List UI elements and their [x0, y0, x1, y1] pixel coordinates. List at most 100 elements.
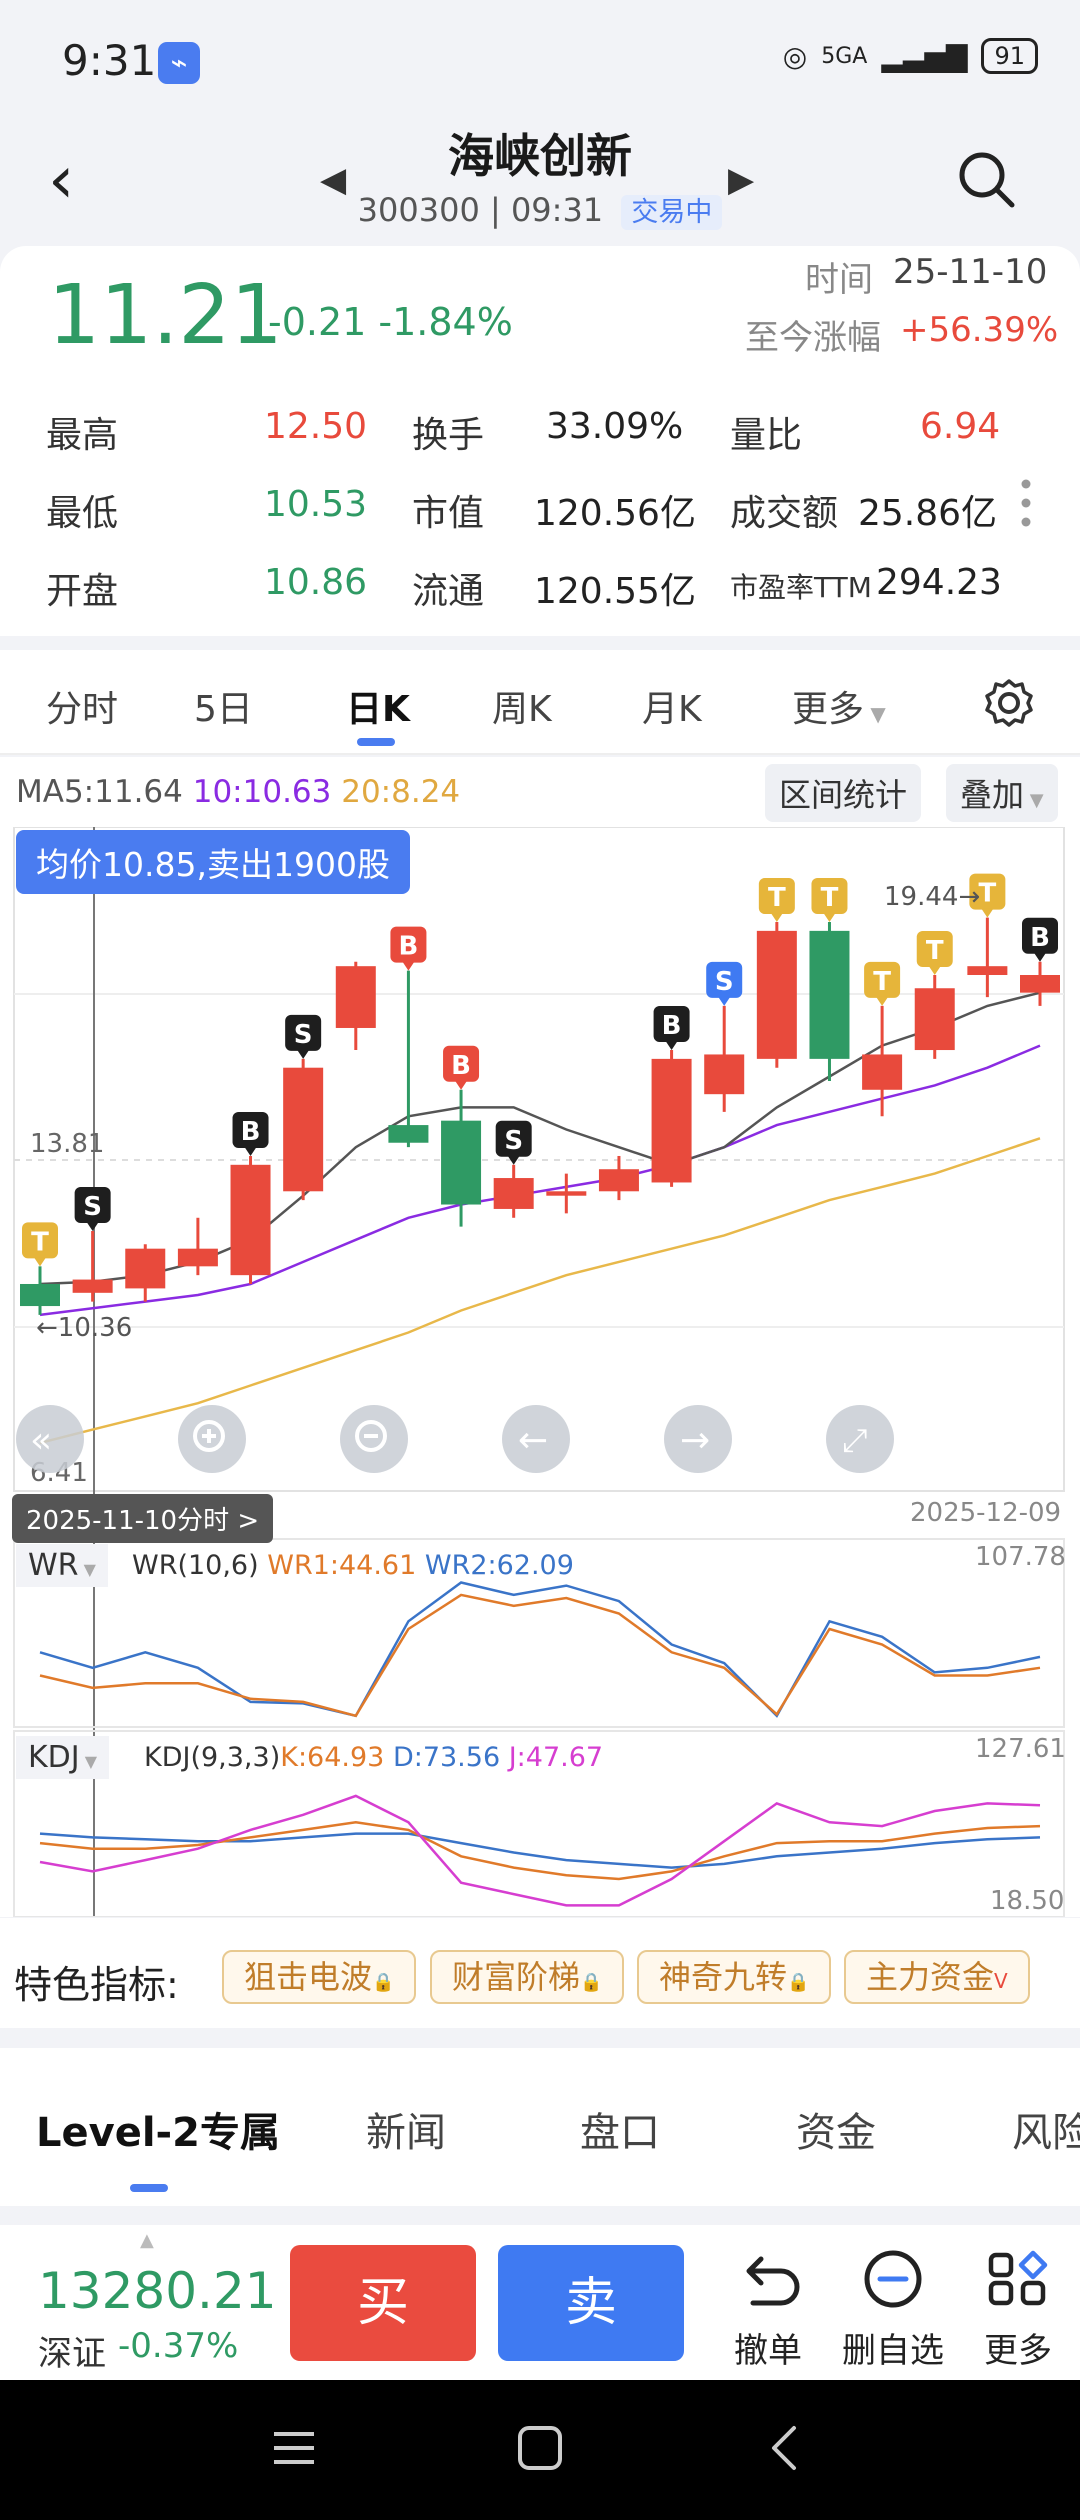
- trade-mark-label: T: [821, 883, 839, 913]
- minus-circle-icon: [864, 2250, 922, 2308]
- kdj-label: KDJ: [28, 1740, 80, 1775]
- zoom-in-button[interactable]: [178, 1405, 246, 1473]
- tab-level2[interactable]: Level-2专属: [36, 2100, 280, 2158]
- candle-body: [756, 930, 797, 1059]
- tab-monthly-k[interactable]: 月K: [642, 680, 702, 732]
- remove-watchlist-button[interactable]: 删自选: [838, 2245, 948, 2371]
- tab-risk[interactable]: 风险: [1012, 2100, 1080, 2158]
- candle-body: [598, 1169, 639, 1192]
- feature-chip-ladder[interactable]: 财富阶梯🔒: [430, 1950, 625, 2004]
- index-name: 深证: [38, 2334, 106, 2374]
- tab-5day[interactable]: 5日: [194, 680, 253, 732]
- trade-mark-label: T: [978, 879, 996, 909]
- system-back-icon[interactable]: [760, 2422, 812, 2474]
- stat-value-pe-ttm: 294.23: [876, 562, 1002, 603]
- stat-value-open: 10.86: [264, 562, 368, 603]
- zoom-out-button[interactable]: [340, 1405, 408, 1473]
- trade-mark-label: T: [926, 936, 944, 966]
- trade-mark-pointer: [1034, 952, 1046, 962]
- feature-chip-nine-turn[interactable]: 神奇九转🔒: [637, 1950, 832, 2004]
- candle-body: [862, 1054, 903, 1090]
- trade-mark-pointer: [718, 996, 731, 1006]
- tab-more-label: 更多: [792, 689, 865, 730]
- more-vertical-icon[interactable]: [1020, 478, 1032, 528]
- trade-mark-pointer: [928, 966, 941, 976]
- kdj-k-value: K:64.93: [280, 1742, 385, 1773]
- candle-body: [651, 1058, 692, 1183]
- tab-intraday[interactable]: 分时: [46, 680, 118, 732]
- index-change: -0.37%: [118, 2326, 239, 2366]
- tab-weekly-k[interactable]: 周K: [492, 680, 552, 732]
- candles: [20, 917, 1060, 1315]
- range-stats-button[interactable]: 区间统计: [765, 764, 922, 822]
- stat-label-turnover: 换手: [412, 415, 485, 456]
- avg-price-banner: 均价10.85,卖出1900股: [16, 830, 410, 894]
- current-price: 11.21: [48, 268, 283, 363]
- candle-body: [967, 966, 1008, 976]
- overlay-button[interactable]: 叠加 ▼: [946, 764, 1058, 822]
- trade-mark-pointer: [402, 961, 415, 971]
- search-icon[interactable]: [955, 148, 1017, 210]
- wr-lines: [39, 1581, 1041, 1718]
- wr-values: WR(10,6) WR1:44.61 WR2:62.09: [132, 1550, 574, 1581]
- tab-more[interactable]: 更多 ▼: [792, 680, 886, 732]
- ma-legend: MA5:11.64 10:10.63 20:8.24: [16, 774, 460, 810]
- kdj-j-line: [39, 1794, 1041, 1907]
- trade-mark-label: S: [504, 1126, 523, 1156]
- candle-body: [177, 1248, 218, 1267]
- cancel-order-label: 撤单: [734, 2331, 802, 2371]
- trade-mark-pointer: [665, 1041, 678, 1051]
- buy-button[interactable]: 买: [290, 2245, 476, 2361]
- quote-time: 09:31: [510, 191, 604, 229]
- kdj-values: KDJ(9,3,3)K:64.93 D:73.56 J:47.67: [144, 1742, 603, 1773]
- candle-body: [704, 1054, 745, 1095]
- candle-body: [20, 1283, 60, 1307]
- more-label: 更多: [984, 2331, 1052, 2371]
- gear-icon[interactable]: [984, 678, 1034, 728]
- stock-title: 海峡创新: [448, 129, 632, 183]
- ma5-value: MA5:11.64: [16, 774, 183, 810]
- menu-icon[interactable]: [268, 2422, 320, 2474]
- trade-mark-pointer: [823, 913, 836, 923]
- tab-news[interactable]: 新闻: [366, 2100, 446, 2158]
- tab-daily-k[interactable]: 日K: [346, 680, 410, 732]
- wr1-line: [39, 1593, 1041, 1718]
- network-label: 5GA: [821, 43, 868, 69]
- chevron-down-icon: ▼: [1024, 790, 1044, 811]
- trade-mark-pointer: [981, 908, 994, 918]
- trade-marks: T S B S B B S B S T T T T T B: [22, 873, 1058, 1267]
- candle-body: [914, 988, 955, 1051]
- chevron-down-icon: ▼: [79, 1752, 98, 1771]
- candle-body: [809, 930, 850, 1059]
- ma20-line: [39, 1137, 1041, 1445]
- feature-chip-sniper[interactable]: 狙击电波🔒: [222, 1950, 417, 2004]
- sell-button[interactable]: 卖: [498, 2245, 684, 2361]
- intraday-date-chip[interactable]: 2025-11-10分时 >: [12, 1494, 274, 1543]
- feature-chip-label: 神奇九转: [659, 1958, 788, 1996]
- trade-mark-pointer: [770, 913, 783, 923]
- chevron-down-icon: ▼: [78, 1560, 96, 1579]
- trade-mark-pointer: [455, 1080, 468, 1090]
- candle-body: [283, 1067, 324, 1192]
- lock-icon: 🔒: [580, 1972, 603, 1993]
- tab-funds[interactable]: 资金: [796, 2100, 876, 2158]
- more-button[interactable]: 更多: [963, 2245, 1073, 2371]
- trade-mark-label: T: [31, 1227, 49, 1257]
- cancel-order-button[interactable]: 撤单: [713, 2245, 823, 2371]
- status-indicators: ◎ 5GA ▂▃▅▇ 91: [783, 38, 1038, 74]
- candle-body: [546, 1191, 587, 1196]
- stat-label-open: 开盘: [46, 571, 119, 612]
- stat-label-amount: 成交额: [730, 493, 839, 534]
- trade-mark-label: T: [768, 883, 786, 913]
- wr-indicator-selector[interactable]: WR ▼: [16, 1544, 108, 1587]
- feature-chip-main-funds[interactable]: 主力资金V: [844, 1950, 1030, 2004]
- end-date-label: 2025-12-09: [910, 1498, 1062, 1528]
- caret-up-icon: ▲: [140, 2230, 154, 2251]
- trade-mark-label: S: [715, 967, 734, 997]
- link-icon: ⌁: [158, 42, 200, 84]
- kdj-indicator-selector[interactable]: KDJ ▼: [16, 1736, 110, 1779]
- index-value[interactable]: 13280.21: [38, 2262, 277, 2320]
- tab-orderbook[interactable]: 盘口: [580, 2100, 660, 2158]
- trade-mark-pointer: [297, 1049, 310, 1059]
- home-icon[interactable]: [514, 2422, 566, 2474]
